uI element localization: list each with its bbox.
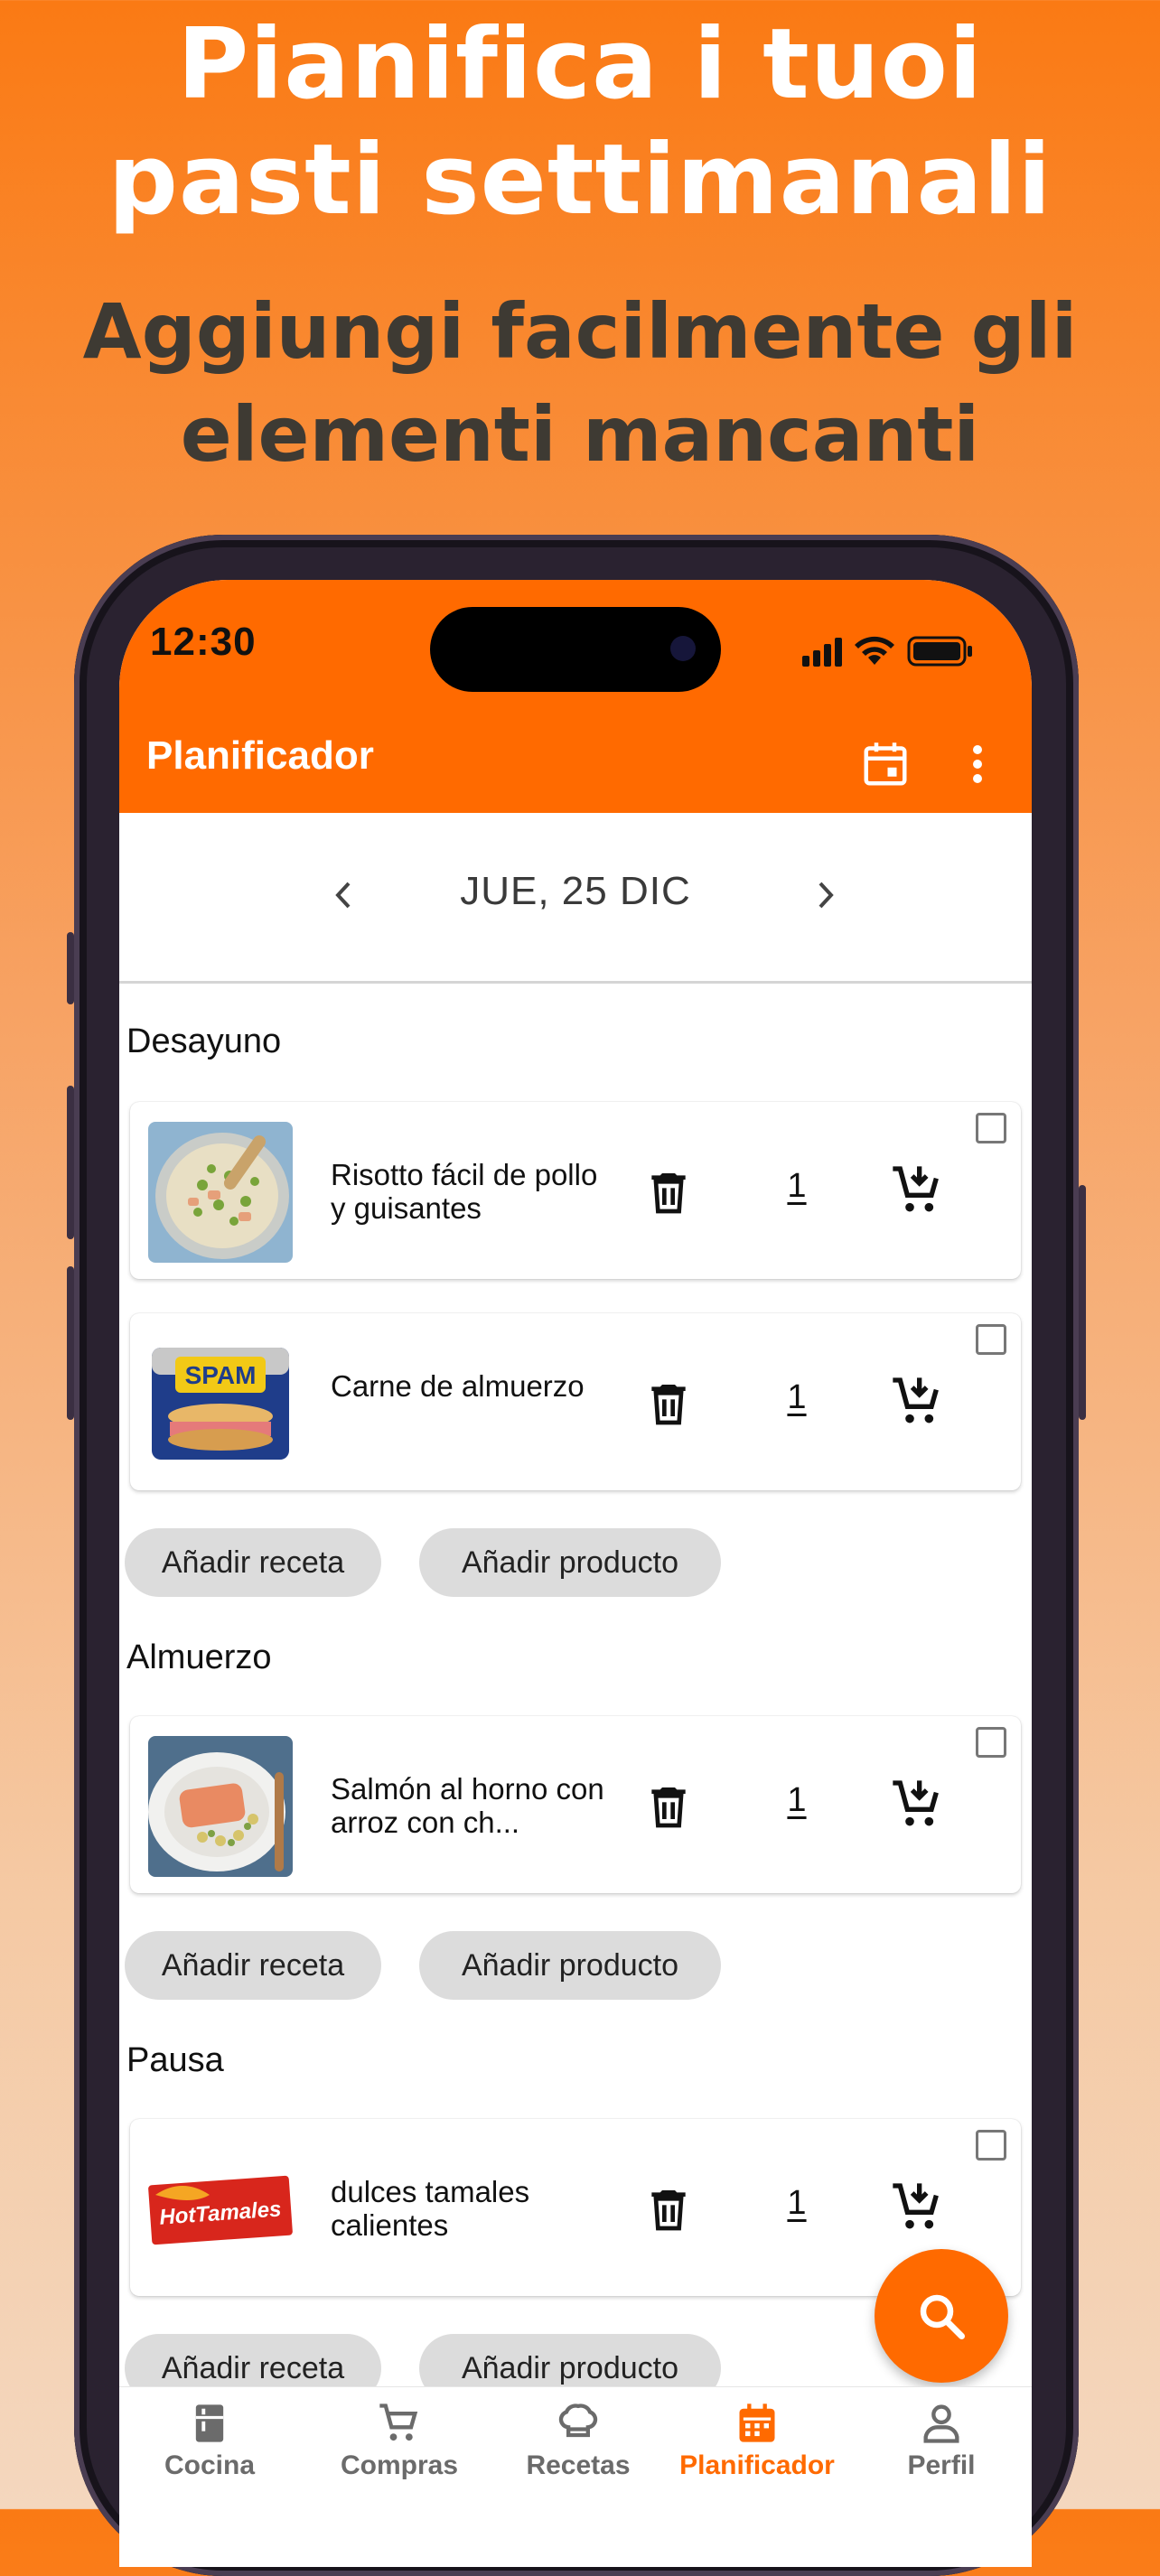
status-icons [802, 636, 972, 667]
calendar-icon [864, 742, 907, 786]
nav-item-cocina[interactable]: Cocina [119, 2400, 300, 2499]
search-fab[interactable] [875, 2249, 1008, 2383]
nav-item-recetas[interactable]: Recetas [488, 2400, 669, 2499]
more-options-button[interactable] [959, 737, 996, 791]
wifi-icon [855, 636, 894, 665]
trash-icon [651, 1173, 686, 1214]
delete-button[interactable] [643, 2182, 694, 2236]
quantity-value[interactable]: 1 [779, 1378, 815, 1417]
promo-subline-line1: Aggiungi facilmente gli [82, 287, 1078, 376]
recipe-image [148, 1122, 293, 1263]
product-image: SPAM [148, 1333, 293, 1474]
add-product-button[interactable]: Añadir producto [419, 1528, 721, 1597]
quantity-value[interactable]: 1 [779, 1781, 815, 1820]
add-to-cart-button[interactable] [887, 1373, 947, 1431]
nav-label: Cocina [164, 2450, 256, 2480]
calendar-icon [739, 2403, 775, 2442]
add-to-cart-icon [893, 1377, 939, 1423]
add-recipe-button[interactable]: Añadir receta [125, 1528, 381, 1597]
trash-icon [651, 1385, 686, 1425]
add-to-cart-icon [893, 1780, 939, 1826]
battery-icon [907, 636, 972, 667]
nav-label: Perfil [907, 2450, 976, 2480]
camera-icon [670, 636, 696, 661]
chevron-right-icon [819, 882, 834, 909]
next-day-button[interactable] [802, 873, 847, 918]
add-product-button[interactable]: Añadir producto [419, 1931, 721, 2000]
item-name: Carne de almuerzo [331, 1369, 585, 1403]
item-name: dulces tamales calientes [331, 2175, 530, 2242]
quantity-value[interactable]: 1 [779, 1167, 815, 1206]
promo-headline-line2: pasti settimanali [108, 124, 1052, 237]
add-to-cart-icon [893, 2183, 939, 2229]
trash-icon [651, 1787, 686, 1828]
item-checkbox[interactable] [976, 2130, 1006, 2161]
phone-power-button [1079, 1185, 1086, 1420]
promo-headline: Pianifica i tuoi pasti settimanali [0, 7, 1160, 238]
quantity-value[interactable]: 1 [779, 2184, 815, 2223]
nav-label: Recetas [526, 2450, 631, 2480]
cart-icon [379, 2403, 418, 2441]
date-navigator: JUE, 25 DIC [119, 813, 1032, 984]
nav-label: Planificador [679, 2450, 835, 2480]
status-bar: 12:30 [119, 580, 1032, 714]
meal-item-card[interactable]: Salmón al horno con arroz con ch... 1 [130, 1716, 1021, 1893]
promo-headline-line1: Pianifica i tuoi [177, 8, 983, 121]
app-title: Planificador [146, 733, 374, 778]
nav-label: Compras [340, 2450, 459, 2480]
nav-item-planificador[interactable]: Planificador [667, 2400, 847, 2499]
add-to-cart-button[interactable] [887, 1162, 947, 1219]
person-icon [923, 2404, 959, 2443]
add-to-cart-icon [893, 1166, 939, 1212]
status-time: 12:30 [150, 620, 257, 664]
recipe-image [148, 1736, 293, 1877]
svg-text:SPAM: SPAM [185, 1361, 257, 1389]
add-recipe-button[interactable]: Añadir receta [125, 1931, 381, 2000]
bottom-navigation: Cocina Compras Recetas Planificador Perf… [119, 2386, 1032, 2567]
meal-title-almuerzo: Almuerzo [126, 1638, 272, 1676]
meal-title-pausa: Pausa [126, 2041, 224, 2079]
product-image: HotTamales [148, 2139, 293, 2280]
signal-icon [802, 638, 842, 667]
delete-button[interactable] [643, 1377, 694, 1431]
kitchen-icon [195, 2404, 224, 2442]
item-checkbox[interactable] [976, 1324, 1006, 1355]
nav-item-perfil[interactable]: Perfil [851, 2400, 1032, 2499]
trash-icon [651, 2190, 686, 2231]
item-checkbox[interactable] [976, 1113, 1006, 1143]
item-name: Risotto fácil de pollo y guisantes [331, 1158, 598, 1225]
item-name: Salmón al horno con arroz con ch... [331, 1772, 604, 1839]
meal-item-card[interactable]: Risotto fácil de pollo y guisantes 1 [130, 1102, 1021, 1279]
chef-hat-icon [558, 2403, 598, 2438]
promo-subline-line2: elementi mancanti [180, 390, 980, 479]
dynamic-island [430, 607, 721, 692]
calendar-button[interactable] [858, 737, 912, 791]
app-screen: 12:30 Planificador JUE, 25 DIC Desayuno … [119, 580, 1032, 2567]
search-icon [920, 2294, 965, 2339]
app-bar: Planificador [119, 714, 1032, 813]
nav-item-compras[interactable]: Compras [309, 2400, 490, 2499]
add-to-cart-button[interactable] [887, 2179, 947, 2236]
phone-side-button [67, 932, 74, 1004]
meal-item-card[interactable]: HotTamales dulces tamales calientes 1 [130, 2119, 1021, 2296]
delete-button[interactable] [643, 1779, 694, 1834]
meal-item-card[interactable]: SPAM Carne de almuerzo 1 [130, 1313, 1021, 1490]
more-vert-icon [973, 745, 982, 783]
phone-volume-down [67, 1266, 74, 1420]
add-to-cart-button[interactable] [887, 1776, 947, 1834]
meal-title-desayuno: Desayuno [126, 1022, 282, 1060]
current-date[interactable]: JUE, 25 DIC [119, 869, 1032, 914]
phone-frame: 12:30 Planificador JUE, 25 DIC Desayuno … [67, 535, 1086, 2576]
item-checkbox[interactable] [976, 1727, 1006, 1758]
promo-subline: Aggiungi facilmente gli elementi mancant… [0, 280, 1160, 486]
phone-volume-up [67, 1086, 74, 1239]
delete-button[interactable] [643, 1165, 694, 1219]
